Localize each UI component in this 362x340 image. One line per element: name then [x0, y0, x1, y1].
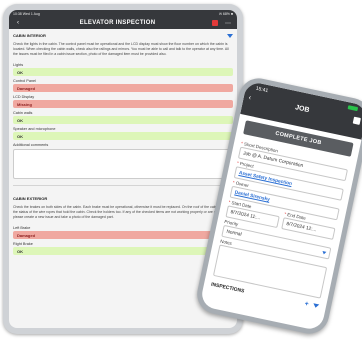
speaker-select[interactable]: OK: [13, 132, 233, 140]
save-icon[interactable]: [212, 20, 218, 26]
section-cabin-exterior[interactable]: CABIN EXTERIOR: [9, 192, 237, 203]
lcd-display-select[interactable]: Missing: [13, 100, 233, 108]
field-label-control-panel: Control Panel: [13, 79, 37, 83]
section-description: Check the lights in the cabin. The contr…: [13, 42, 229, 56]
add-icon[interactable]: +: [304, 301, 309, 309]
field-label-right-brake: Right Brake: [13, 242, 33, 246]
tablet-nav-bar: ‹ ELEVATOR INSPECTION ⋯: [9, 17, 237, 29]
chevron-down-icon: [321, 250, 327, 255]
more-icon[interactable]: ⋯: [223, 20, 233, 27]
section-divider: [13, 185, 233, 186]
save-icon[interactable]: [352, 116, 361, 125]
section-title: CABIN INTERIOR: [13, 33, 46, 38]
section-title: CABIN EXTERIOR: [13, 196, 48, 201]
field-label-lights: Lights: [13, 63, 24, 67]
field-label-left-brake: Left Brake: [13, 226, 31, 230]
section-cabin-interior[interactable]: CABIN INTERIOR: [9, 29, 237, 40]
right-brake-select[interactable]: OK: [13, 247, 233, 255]
tablet-status-icons: ✉ 68% ■: [219, 11, 233, 16]
section-description: Check the brakes on both sides of the ca…: [13, 205, 230, 219]
chevron-down-icon[interactable]: [227, 33, 233, 38]
tablet-status-time: 10:38 Wed 1 Aug: [13, 11, 40, 16]
field-label-speaker: Speaker and microphone: [13, 127, 56, 131]
left-brake-select[interactable]: Damaged: [13, 231, 233, 239]
field-label-lcd-display: LCD Display: [13, 95, 35, 99]
battery-icon: [347, 105, 359, 112]
control-panel-select[interactable]: Damaged: [13, 84, 233, 92]
comments-textarea[interactable]: [13, 149, 233, 179]
tablet-status-bar: 10:38 Wed 1 Aug ✉ 68% ■: [9, 10, 237, 17]
back-icon[interactable]: ‹: [13, 20, 23, 26]
field-label-comments: Additional comments: [13, 143, 49, 147]
cabin-walls-select[interactable]: OK: [13, 116, 233, 124]
inspections-actions: +: [304, 301, 320, 311]
chevron-down-icon[interactable]: [312, 303, 320, 309]
priority-value: Normal: [225, 229, 243, 238]
page-title: ELEVATOR INSPECTION: [79, 20, 156, 26]
inspections-title: INSPECTIONS: [210, 281, 245, 295]
lights-select[interactable]: OK: [13, 68, 233, 76]
field-label-cabin-walls: Cabin walls: [13, 111, 33, 115]
